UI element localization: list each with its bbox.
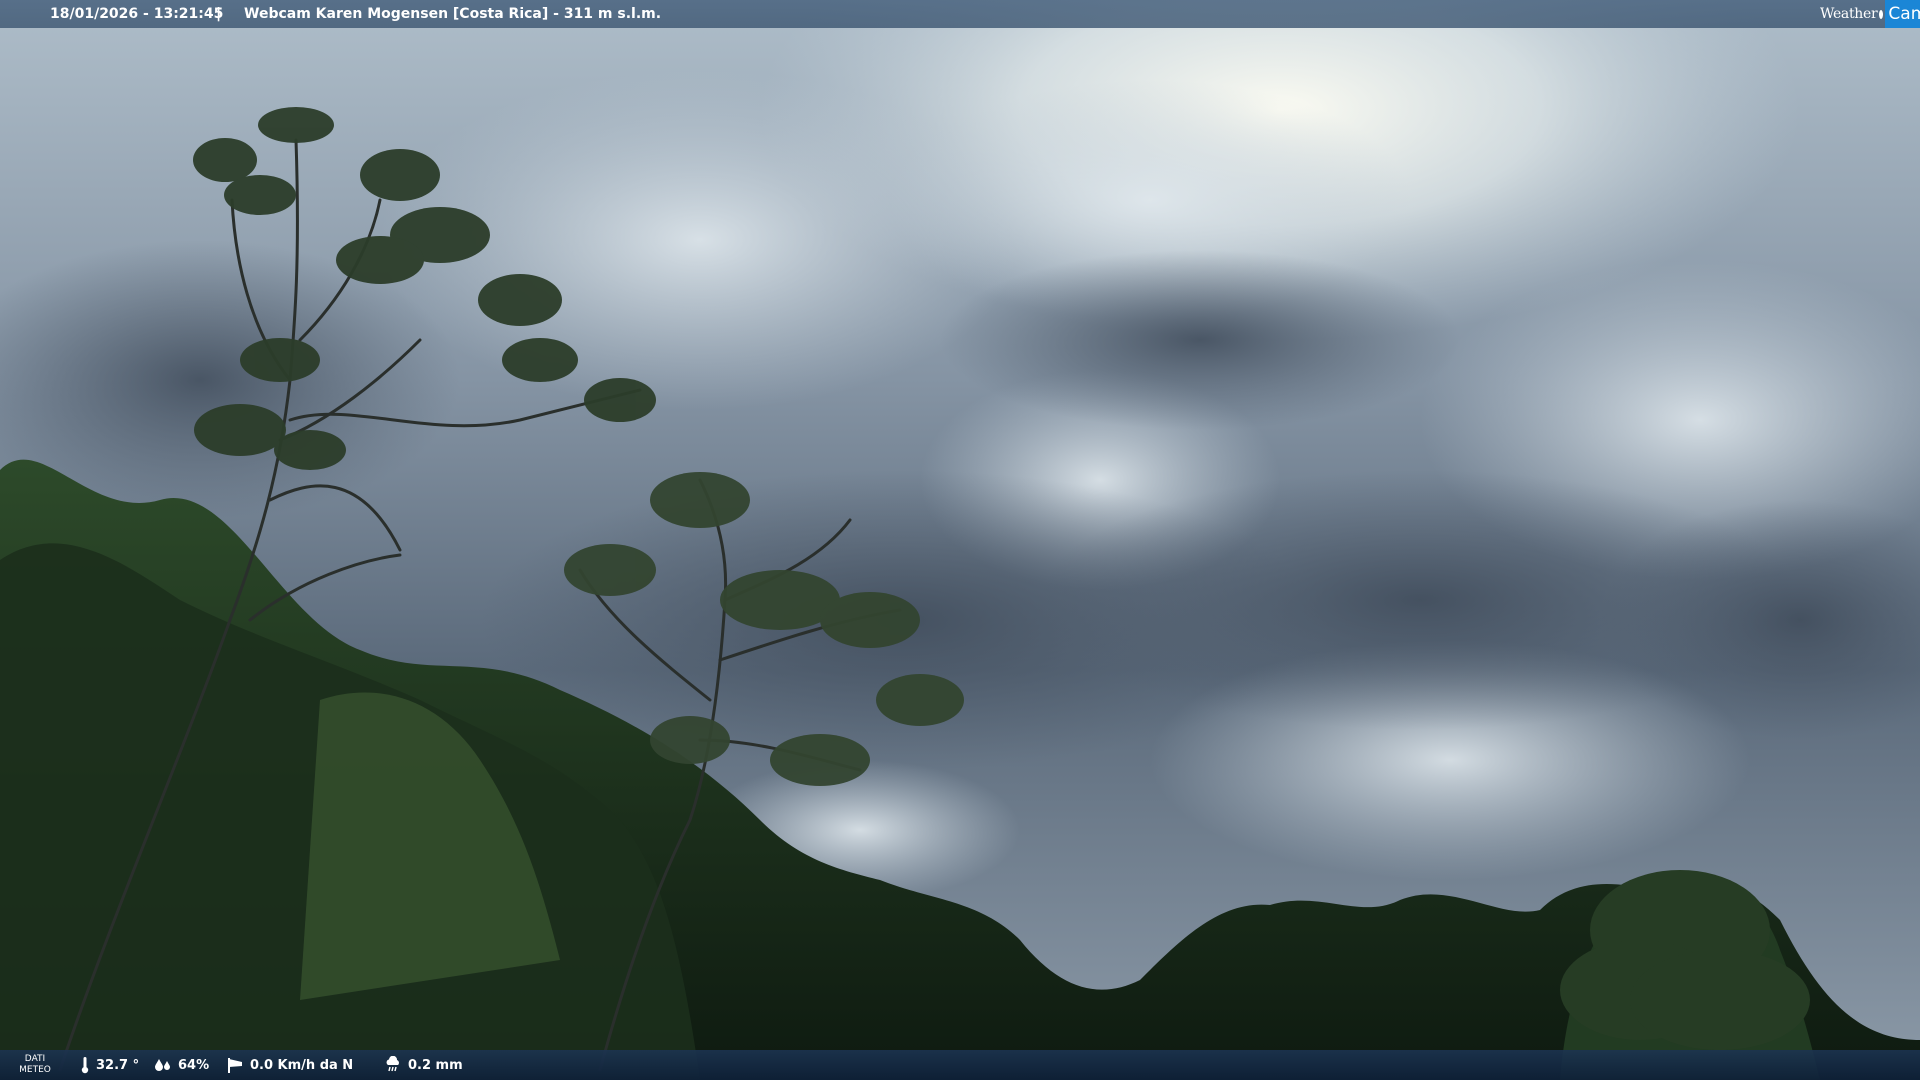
temperature-value: 32.7 ° (96, 1057, 140, 1073)
capture-datetime: 18/01/2026 - 13:21:45 (50, 6, 224, 22)
wind-value: 0.0 Km/h da N (250, 1057, 354, 1073)
meteo-label: DATI METEO (18, 1054, 52, 1076)
humidity-reading: 64% (154, 1050, 209, 1080)
temperature-reading: 32.7 ° (80, 1050, 139, 1080)
humidity-drops-icon (155, 1059, 170, 1071)
logo-word: Weather (1820, 6, 1878, 22)
weathercam-logo: Weather Cam (1814, 0, 1920, 28)
logo-cam: Cam (1885, 0, 1920, 28)
wind-sock-icon (228, 1058, 242, 1073)
rain-value: 0.2 mm (408, 1057, 463, 1073)
meteo-label-line2: METEO (19, 1065, 51, 1075)
humidity-value: 64% (178, 1057, 210, 1073)
meteo-label-line1: DATI (24, 1054, 46, 1064)
top-info-bar: 18/01/2026 - 13:21:45 | Webcam Karen Mog… (0, 0, 1920, 28)
webcam-image (0, 0, 1920, 1080)
header-separator: | (216, 6, 222, 22)
webcam-title: Webcam Karen Mogensen [Costa Rica] - 311… (244, 6, 662, 22)
rain-cloud-icon (386, 1056, 399, 1072)
rain-reading: 0.2 mm (384, 1050, 463, 1080)
weather-data-bar: DATI METEO 32.7 ° 64% 0.0 Km/h da N 0.2 … (0, 1050, 1920, 1080)
logo-dot-icon (1879, 9, 1884, 19)
thermometer-icon (81, 1057, 89, 1074)
wind-reading: 0.0 Km/h da N (226, 1050, 353, 1080)
